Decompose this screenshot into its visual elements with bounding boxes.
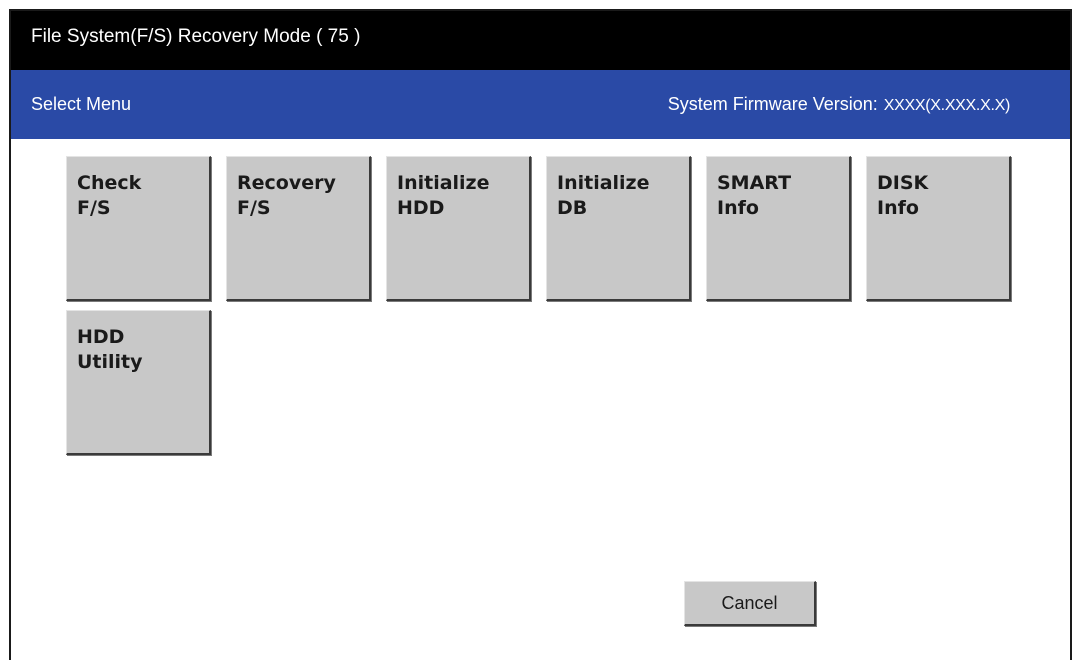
button-label-line2: HDD	[397, 197, 445, 219]
check-fs-button[interactable]: Check F/S	[66, 156, 211, 301]
button-label-line2: Utility	[77, 351, 143, 373]
hdd-utility-button[interactable]: HDD Utility	[66, 310, 211, 455]
button-label-line1: Initialize	[397, 172, 490, 194]
menu-grid: Check F/S Recovery F/S Initialize HDD In…	[0, 0, 1079, 660]
disk-info-button[interactable]: DISK Info	[866, 156, 1011, 301]
button-label-line1: SMART	[717, 172, 792, 194]
button-label-line1: DISK	[877, 172, 929, 194]
initialize-hdd-button[interactable]: Initialize HDD	[386, 156, 531, 301]
button-label-line2: Info	[877, 197, 919, 219]
smart-info-button[interactable]: SMART Info	[706, 156, 851, 301]
button-label-line2: Info	[717, 197, 759, 219]
cancel-button-label: Cancel	[721, 592, 778, 613]
recovery-fs-button[interactable]: Recovery F/S	[226, 156, 371, 301]
button-label-line1: Recovery	[237, 172, 336, 194]
button-label-line1: HDD	[77, 326, 125, 348]
cancel-button[interactable]: Cancel	[684, 581, 816, 626]
button-label-line1: Check	[77, 172, 142, 194]
button-label-line2: F/S	[237, 197, 271, 219]
button-label-line1: Initialize	[557, 172, 650, 194]
initialize-db-button[interactable]: Initialize DB	[546, 156, 691, 301]
button-label-line2: DB	[557, 197, 588, 219]
button-label-line2: F/S	[77, 197, 111, 219]
